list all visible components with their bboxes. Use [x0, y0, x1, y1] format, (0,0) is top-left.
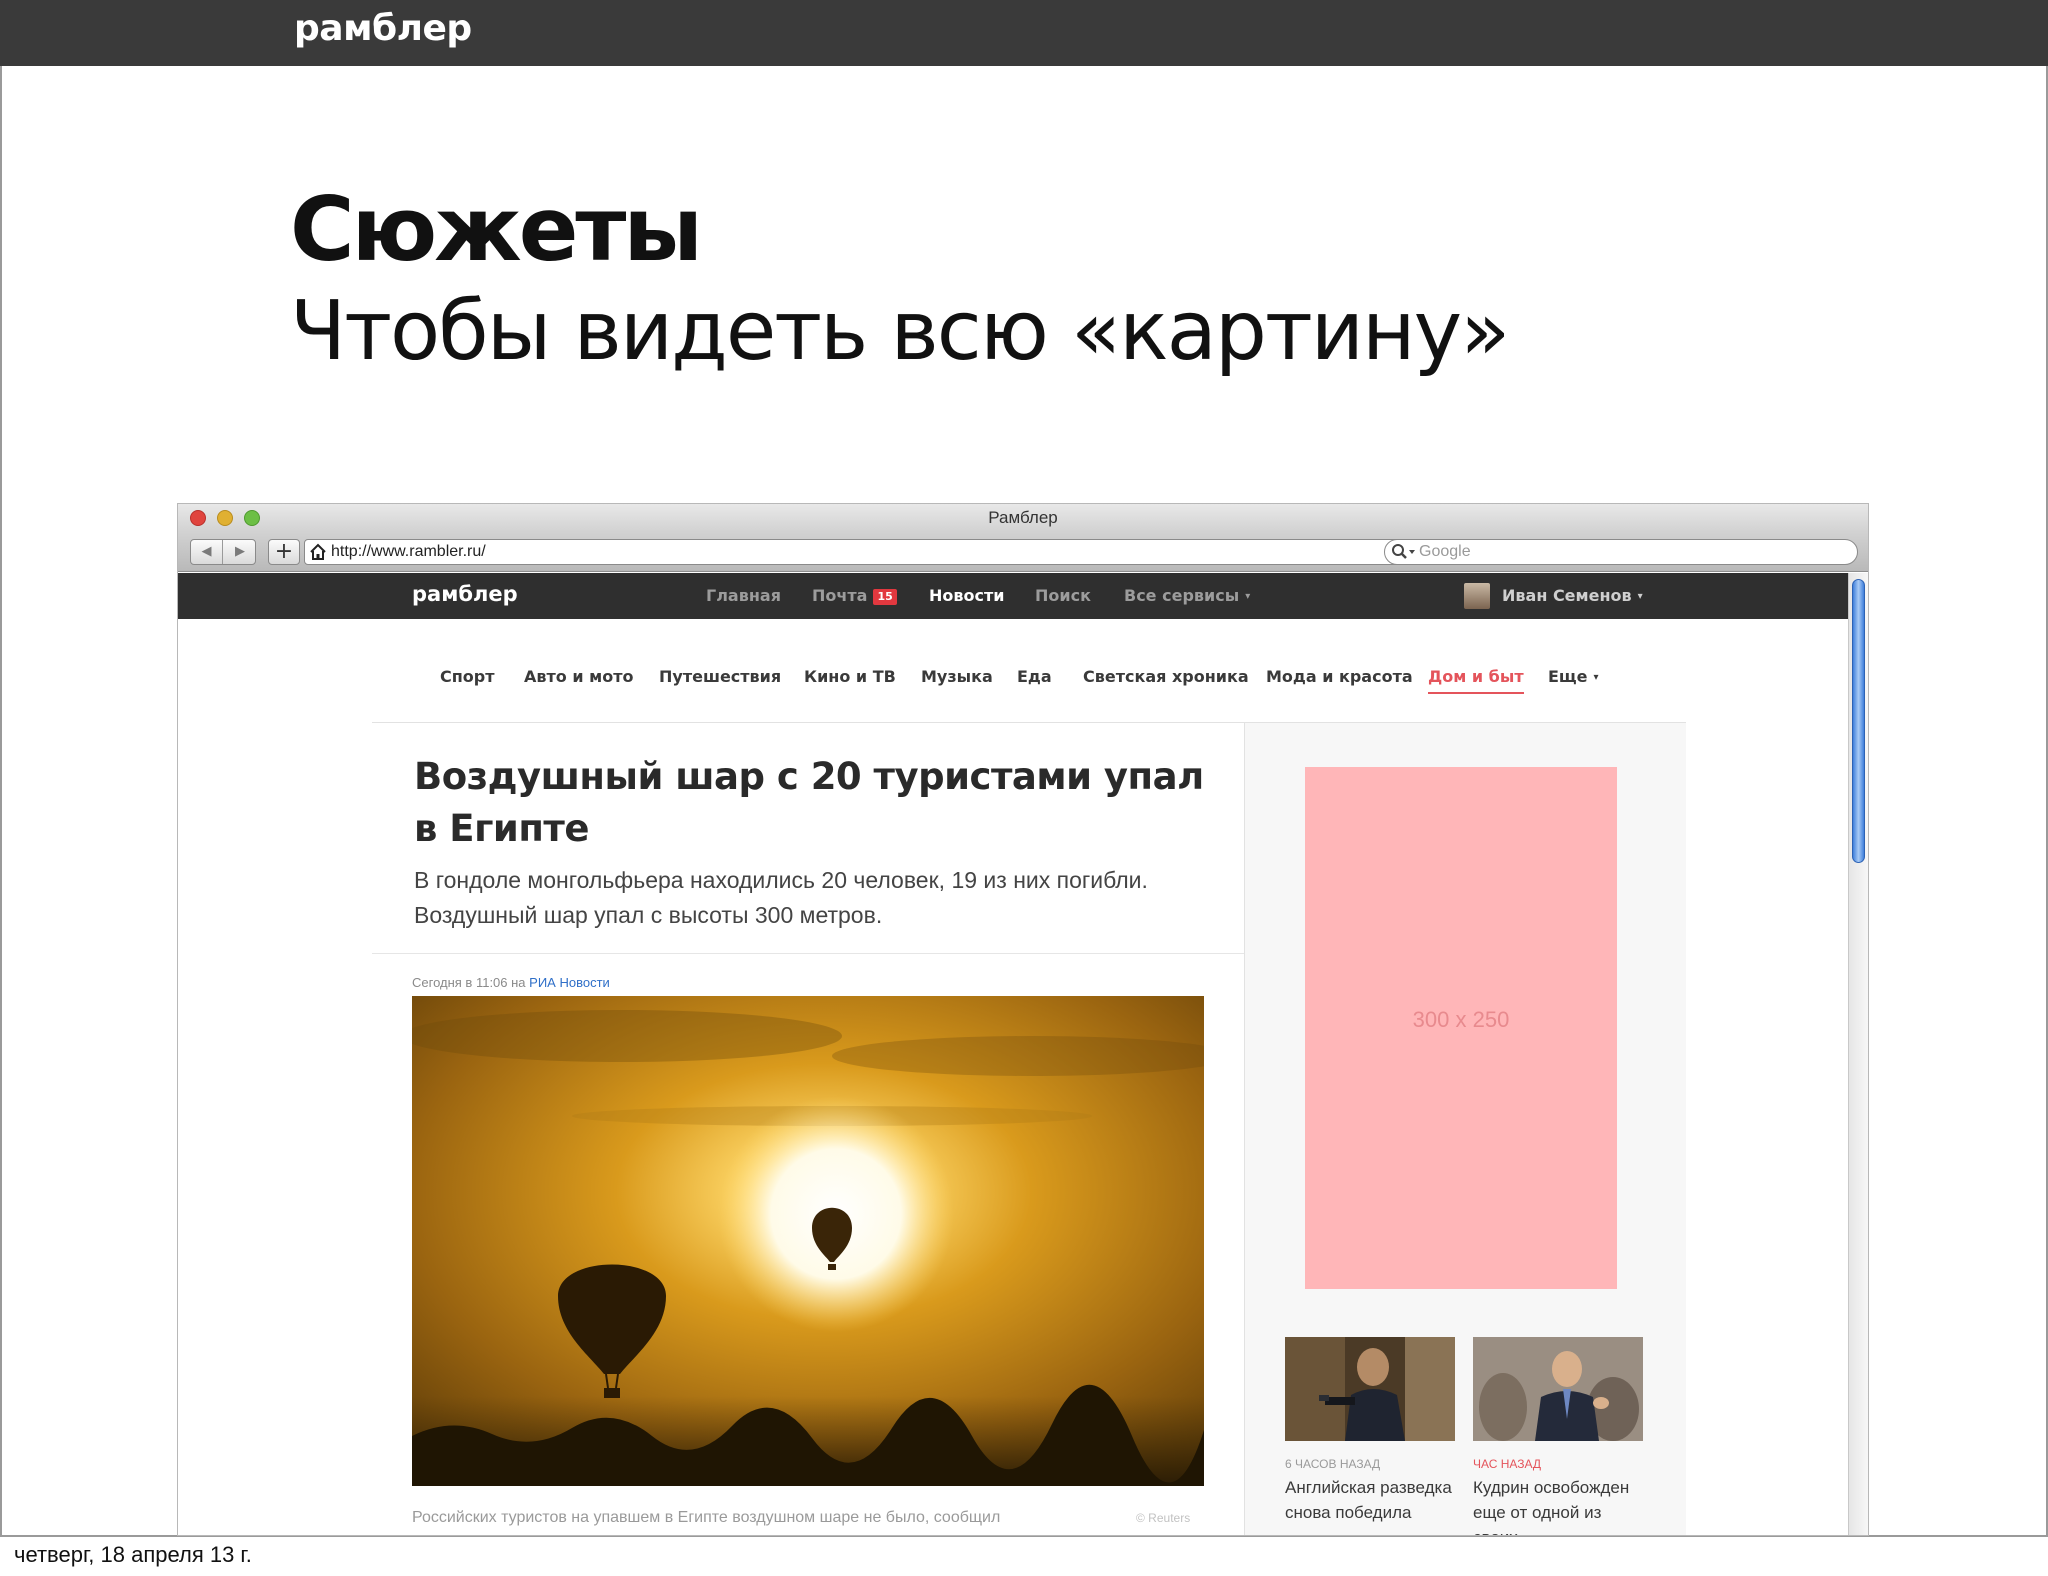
category-food[interactable]: Еда [1017, 667, 1052, 686]
ad-banner[interactable]: 300 x 250 [1305, 767, 1617, 1289]
nav-search[interactable]: Поиск [1035, 586, 1091, 605]
slide-subtitle: Чтобы видеть всю «картину» [290, 284, 1510, 379]
page-scrollbar[interactable] [1848, 573, 1868, 1535]
slide-border-left [0, 66, 2, 1536]
story-time: час назад [1473, 1457, 1542, 1471]
nav-news[interactable]: Новости [929, 586, 1004, 605]
category-home[interactable]: Дом и быт [1428, 667, 1524, 694]
story-time: 6 часов назад [1285, 1457, 1381, 1471]
photo-credit: © Reuters [1136, 1511, 1191, 1525]
story-thumbnail[interactable] [1285, 1337, 1455, 1441]
back-button[interactable]: ◀ [191, 540, 223, 564]
category-more-label: Еще [1548, 667, 1588, 686]
search-field[interactable]: Google [1384, 539, 1858, 565]
search-placeholder: Google [1419, 543, 1471, 560]
forward-button[interactable]: ▶ [224, 540, 256, 564]
chevron-down-icon: ▾ [1245, 591, 1251, 602]
nav-all-services-label: Все сервисы [1124, 586, 1240, 605]
story-title[interactable]: Английская разведка снова победила [1285, 1475, 1455, 1525]
chevron-down-icon: ▾ [1637, 591, 1643, 602]
category-sport[interactable]: Спорт [440, 667, 495, 686]
category-movies[interactable]: Кино и ТВ [804, 667, 896, 686]
category-auto[interactable]: Авто и мото [524, 667, 633, 686]
article-photo[interactable] [412, 996, 1204, 1486]
history-buttons: ◀ ▶ [190, 539, 256, 565]
site-header: рамблер Главная Почта 15 Новости Поиск Вс… [178, 573, 1848, 619]
site-logo[interactable]: рамблер [412, 582, 518, 606]
nav-mail[interactable]: Почта 15 [812, 586, 897, 605]
article-headline[interactable]: Воздушный шар с 20 туристами упал в Егип… [414, 751, 1214, 855]
slide-logo: рамблер [294, 8, 472, 49]
ad-size-label: 300 x 250 [1412, 1007, 1510, 1032]
photo-caption: Российских туристов на упавшем в Египте … [412, 1509, 1001, 1526]
browser-toolbar: ◀ ▶ + http://www.rambler.ru/ ↻ Google [178, 532, 1868, 572]
scrollbar-thumb[interactable] [1852, 579, 1865, 863]
article-meta: Сегодня в 11:06 на РИА Новости [412, 975, 610, 990]
home-icon [310, 543, 326, 560]
category-music[interactable]: Музыка [921, 667, 993, 686]
add-bookmark-button[interactable]: + [268, 539, 300, 565]
user-name: Иван Семенов [1502, 586, 1632, 605]
slide-title: Сюжеты [290, 178, 703, 281]
article-date: Сегодня в 11:06 на [412, 975, 526, 990]
mail-count-badge: 15 [873, 589, 897, 605]
nav-mail-label: Почта [812, 586, 868, 605]
story-card[interactable]: 6 часов назад Английская разведка снова … [1285, 1337, 1455, 1525]
slide-top-bar: рамблер [0, 0, 2048, 66]
article: Воздушный шар с 20 туристами упал в Егип… [372, 723, 1244, 1535]
slide-footer-date: четверг, 18 апреля 13 г. [14, 1542, 252, 1567]
story-title[interactable]: Кудрин освобожден еще от одной из своих [1473, 1475, 1643, 1535]
article-lead: В гондоле монгольфьера находились 20 чел… [414, 867, 1148, 928]
user-menu[interactable]: Иван Семенов ▾ [1502, 586, 1643, 605]
category-celebrity[interactable]: Светская хроника [1083, 667, 1249, 686]
search-icon [1392, 544, 1415, 559]
url-text: http://www.rambler.ru/ [331, 543, 486, 560]
story-thumbnail[interactable] [1473, 1337, 1643, 1441]
sidebar: 300 x 250 6 часов назад Английская разве… [1244, 723, 1686, 1535]
article-divider [372, 953, 1244, 954]
nav-home[interactable]: Главная [706, 586, 781, 605]
nav-all-services[interactable]: Все сервисы ▾ [1124, 586, 1250, 605]
avatar[interactable] [1464, 583, 1490, 609]
category-fashion[interactable]: Мода и красота [1266, 667, 1413, 686]
browser-window: Рамблер ◀ ▶ + http://www.rambler.ru/ ↻ G… [178, 504, 1868, 1535]
window-title: Рамблер [988, 508, 1058, 527]
web-page: рамблер Главная Почта 15 Новости Поиск Вс… [178, 573, 1848, 1535]
chevron-down-icon: ▾ [1593, 672, 1599, 683]
category-travel[interactable]: Путешествия [659, 667, 781, 686]
slide-border-bottom [0, 1535, 2048, 1537]
story-card[interactable]: час назад Кудрин освобожден еще от одной… [1473, 1337, 1643, 1535]
address-bar[interactable]: http://www.rambler.ru/ ↻ [304, 539, 1500, 565]
window-titlebar: Рамблер [178, 504, 1868, 532]
article-source-link[interactable]: РИА Новости [529, 975, 610, 990]
category-more[interactable]: Еще ▾ [1548, 667, 1599, 686]
